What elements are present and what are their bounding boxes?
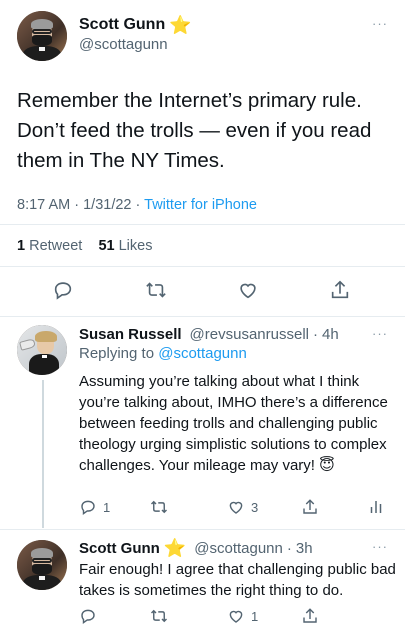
more-options-icon[interactable]: ··· xyxy=(372,539,388,554)
more-options-icon[interactable]: ··· xyxy=(372,326,388,341)
reply-action[interactable] xyxy=(79,607,97,625)
reply-actions: 1 3 xyxy=(79,498,397,518)
reply-tweet: Susan Russell @revsusanrussell · 4h ··· … xyxy=(0,316,405,529)
like-count: 1 xyxy=(251,608,259,624)
author-display-name[interactable]: Scott Gunn xyxy=(79,540,160,557)
retweet-icon xyxy=(150,500,168,514)
divider xyxy=(0,266,405,267)
share-icon[interactable] xyxy=(329,279,351,301)
like-icon xyxy=(229,501,243,514)
like-icon[interactable] xyxy=(237,279,259,301)
reply-text: Assuming you’re talking about what I thi… xyxy=(79,373,388,474)
reply-count: 1 xyxy=(103,499,111,515)
analytics-action[interactable] xyxy=(367,498,385,516)
tweet-stats: 1 Retweet 51 Likes xyxy=(17,238,152,254)
divider xyxy=(0,224,405,225)
author-name-line: Susan Russell @revsusanrussell · 4h xyxy=(79,326,339,343)
reply-icon[interactable] xyxy=(52,279,74,301)
author-display-name[interactable]: Susan Russell xyxy=(79,326,182,343)
replying-to: Replying to @scottagunn xyxy=(79,345,247,362)
retweet-icon[interactable] xyxy=(144,279,168,301)
tweet-source[interactable]: Twitter for iPhone xyxy=(144,197,257,213)
author-handle[interactable]: @scottagunn xyxy=(194,540,283,557)
reply-text: Fair enough! I agree that challenging pu… xyxy=(79,561,396,599)
reply-time[interactable]: 3h xyxy=(296,540,313,557)
avatar[interactable] xyxy=(17,540,67,590)
share-action[interactable] xyxy=(301,498,319,516)
retweet-action[interactable] xyxy=(149,498,169,516)
like-icon xyxy=(229,610,243,623)
tweet-text: Remember the Internet’s primary rule. Do… xyxy=(17,89,372,172)
replying-to-handle[interactable]: @scottagunn xyxy=(158,345,247,362)
author-handle[interactable]: @scottagunn xyxy=(79,36,168,53)
author-handle[interactable]: @revsusanrussell xyxy=(190,326,309,343)
share-action[interactable] xyxy=(301,607,319,625)
like-count: 3 xyxy=(251,499,259,515)
main-tweet: Scott Gunn ⭐ @scottagunn ··· Remember th… xyxy=(0,0,405,318)
tweet-time[interactable]: 8:17 AM xyxy=(17,197,70,213)
thread-line xyxy=(42,380,44,528)
reply-actions: 1 xyxy=(79,607,397,627)
retweet-icon xyxy=(150,609,168,623)
author-display-name[interactable]: Scott Gunn xyxy=(79,16,165,34)
reply-icon xyxy=(81,609,95,624)
more-options-icon[interactable]: ··· xyxy=(372,16,388,31)
retweets-stat[interactable]: 1 Retweet xyxy=(17,238,82,254)
tweet-date[interactable]: 1/31/22 xyxy=(83,197,131,213)
star-icon: ⭐ xyxy=(169,15,192,35)
tweet-actions xyxy=(0,279,405,303)
avatar[interactable] xyxy=(17,11,67,61)
reply-tweet: Scott Gunn ⭐ @scottagunn · 3h ··· Fair e… xyxy=(0,529,405,640)
author-name-line: Scott Gunn ⭐ @scottagunn · 3h xyxy=(79,538,313,558)
retweet-action[interactable] xyxy=(149,607,169,625)
tweet-metadata: 8:17 AM · 1/31/22 · Twitter for iPhone xyxy=(17,197,257,213)
reply-time[interactable]: 4h xyxy=(322,326,339,343)
likes-stat[interactable]: 51 Likes xyxy=(98,238,152,254)
reply-icon xyxy=(81,500,95,515)
share-icon xyxy=(303,608,317,623)
share-icon xyxy=(303,499,317,514)
star-icon: ⭐ xyxy=(163,538,187,558)
avatar[interactable] xyxy=(17,325,67,375)
like-action[interactable]: 1 xyxy=(227,607,258,625)
analytics-icon xyxy=(370,501,382,513)
author-name-line: Scott Gunn ⭐ xyxy=(79,16,192,34)
reply-action[interactable]: 1 xyxy=(79,498,110,516)
like-action[interactable]: 3 xyxy=(227,498,258,516)
